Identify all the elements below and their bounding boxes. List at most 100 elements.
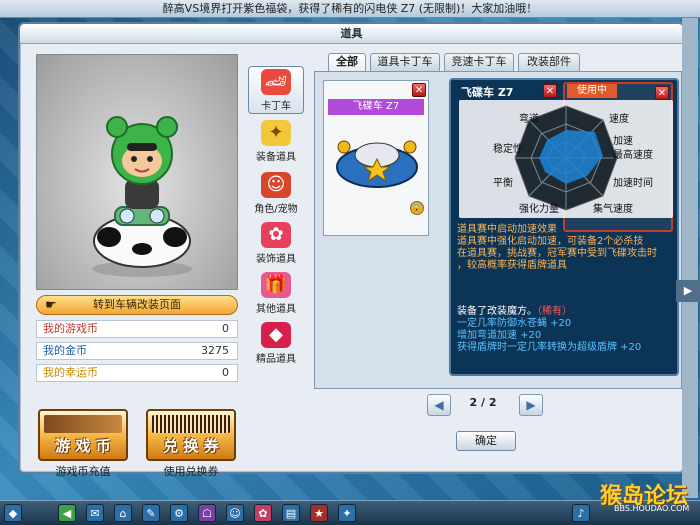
scroll-right-arrow-icon[interactable]: ▶ [676,280,700,302]
kart-arrow-icon [44,415,122,433]
window-title: 道具 [20,24,683,44]
category-label: 装备道具 [256,152,296,163]
in-use-badge: 使用中 [567,84,617,98]
radar-label: 加速时间 [613,178,653,189]
book-icon[interactable]: ▤ [282,504,300,522]
mods-header-text: 装备了改装魔方。 [457,306,537,317]
settings-icon[interactable]: ⚙ [170,504,188,522]
left-panel: ☛ 转到车辆改装页面 我的游戏币 0 我的金币 3275 我的幸运币 0 游 戏… [32,52,242,478]
kart-icon: 🏎 [261,69,291,95]
game-coin-caption: 游戏币充值 [55,465,111,478]
category-other[interactable]: 🎁 其他道具 [248,270,304,318]
items-window: 道具 ☛ 转到车辆改装页面 我的游戏币 0 我的金币 3275 我的幸运币 0 … [18,22,685,478]
watermark-url: BBS.HOUDAO.COM [614,504,690,513]
close-icon[interactable]: ✕ [655,86,669,100]
category-label: 其他道具 [256,304,296,315]
go-to-garage-label: 转到车辆改装页面 [93,298,181,311]
tab-mod-parts[interactable]: 改装部件 [518,53,580,71]
item-description: 道具赛中启动加速效果 道具赛中强化启动加速，可装备2个必杀技 在道具赛，挑战赛，… [457,224,675,272]
stat-value: 3275 [201,344,229,357]
stat-lucky-coins: 我的幸运币 0 [36,364,238,382]
equip-item-icon: ✦ [261,120,291,146]
close-icon[interactable]: ✕ [412,83,426,97]
tab-all[interactable]: 全部 [328,53,366,72]
description-line: ，较高概率获得盾牌道具 [457,260,567,271]
home-icon[interactable]: ⌂ [114,504,132,522]
category-sidebar: 🏎 卡丁车 ✦ 装备道具 ☺ 角色/宠物 ✿ 装饰道具 🎁 其他道具 ◆ 精品道… [246,52,306,365]
category-label: 精品道具 [256,354,296,365]
category-character[interactable]: ☺ 角色/宠物 [248,170,304,218]
mod-line: 获得盾牌时一定几率转换为超级盾牌 +20 [457,342,642,353]
radar-label: 平衡 [493,178,513,189]
mods-header: 装备了改装魔方。（稀有） [457,306,677,318]
stat-value: 0 [222,322,229,335]
rank-icon[interactable]: ★ [310,504,328,522]
stat-label: 我的幸运币 [43,366,98,379]
other-items-icon: 🎁 [261,272,291,298]
map-icon[interactable]: ✦ [338,504,356,522]
radar-label: 最高速度 [613,150,653,161]
description-line: 道具赛中启动加速效果 [457,224,557,235]
item-card[interactable]: ✕ 飞碟车 Z7 🔒 [323,80,429,236]
category-kart[interactable]: 🏎 卡丁车 [248,66,304,114]
category-equip[interactable]: ✦ 装备道具 [248,118,304,166]
mail-icon[interactable]: ✿ [254,504,272,522]
lock-icon: 🔒 [410,201,424,215]
voucher-caption: 使用兑换券 [163,465,219,478]
category-label: 装饰道具 [256,254,296,265]
game-coin-recharge-button[interactable]: 游 戏 币 [38,409,128,461]
pointing-hand-icon: ☛ [45,298,57,313]
radar-label: 强化力量 [519,204,559,215]
radar-label: 弯道 [519,114,539,125]
radar-label: 集气速度 [593,204,633,215]
go-to-garage-button[interactable]: ☛ 转到车辆改装页面 [36,295,238,315]
tools-icon[interactable]: ✎ [142,504,160,522]
item-detail-panel: 使用中 ✕ 飞碟车 Z7 ✕ 弯道 速度 加速 最高速度 加速时间 集气速度 强… [449,78,679,376]
stat-value: 0 [222,366,229,379]
radar-label: 稳定性 [493,144,523,155]
barcode-icon [152,415,230,433]
stat-label: 我的金币 [43,344,87,357]
forum-watermark-logo: 猴岛论坛 BBS.HOUDAO.COM [600,478,696,518]
pagination: ◀ 2 / 2 ▶ [423,392,543,418]
shop-icon[interactable]: ☖ [198,504,216,522]
category-label: 角色/宠物 [254,204,298,215]
mod-line: 增加弯道加速 +20 [457,330,542,341]
description-line: 道具赛中强化启动加速，可装备2个必杀技 [457,236,644,247]
mod-effects: 装备了改装魔方。（稀有） 一定几率防御水苍蝇 +20 增加弯道加速 +20 获得… [457,306,677,354]
right-scrollbar[interactable] [682,18,698,498]
confirm-button[interactable]: 确定 [456,431,516,451]
stat-game-coins: 我的游戏币 0 [36,320,238,338]
item-name: 飞碟车 Z7 [328,99,424,115]
chat-icon[interactable]: ✉ [86,504,104,522]
music-icon[interactable]: ♪ [572,504,590,522]
stat-label: 我的游戏币 [43,322,98,335]
character-pet-icon: ☺ [261,172,291,198]
close-icon[interactable]: ✕ [543,84,557,98]
announcement-marquee: 醉高VS境界打开紫色福袋，获得了稀有的闪电侠 Z7 (无限制)！大家加油哦！ [0,0,700,18]
use-voucher-button[interactable]: 兑 换 券 [146,409,236,461]
description-line: 在道具赛，挑战赛，冠军赛中受到飞碟攻击时 [457,248,657,259]
character-avatar-image [92,116,192,277]
detail-title: 飞碟车 Z7 [461,86,514,99]
next-page-button[interactable]: ▶ [519,394,543,416]
decoration-icon: ✿ [261,222,291,248]
start-icon[interactable]: ◆ [4,504,22,522]
tab-racing-kart[interactable]: 竞速卡丁车 [444,53,514,71]
friends-icon[interactable]: ☺ [226,504,244,522]
mod-line: 一定几率防御水苍蝇 +20 [457,318,572,329]
bottom-taskbar: ◆ ◀ ✉ ⌂ ✎ ⚙ ☖ ☺ ✿ ▤ ★ ✦ ♪ [0,500,700,525]
page-indicator: 2 / 2 [469,396,497,409]
prev-page-button[interactable]: ◀ [427,394,451,416]
rare-tag: （稀有） [537,306,572,317]
tab-item-kart[interactable]: 道具卡丁车 [370,53,440,71]
radar-label: 加速 [613,136,633,147]
category-premium[interactable]: ◆ 精品道具 [248,320,304,368]
character-preview [36,54,238,290]
voucher-button-text: 兑 换 券 [163,437,219,455]
category-decoration[interactable]: ✿ 装饰道具 [248,220,304,268]
game-coin-button-text: 游 戏 币 [55,437,111,455]
radar-label: 速度 [609,114,629,125]
back-icon[interactable]: ◀ [58,504,76,522]
stat-gold-coins: 我的金币 3275 [36,342,238,360]
